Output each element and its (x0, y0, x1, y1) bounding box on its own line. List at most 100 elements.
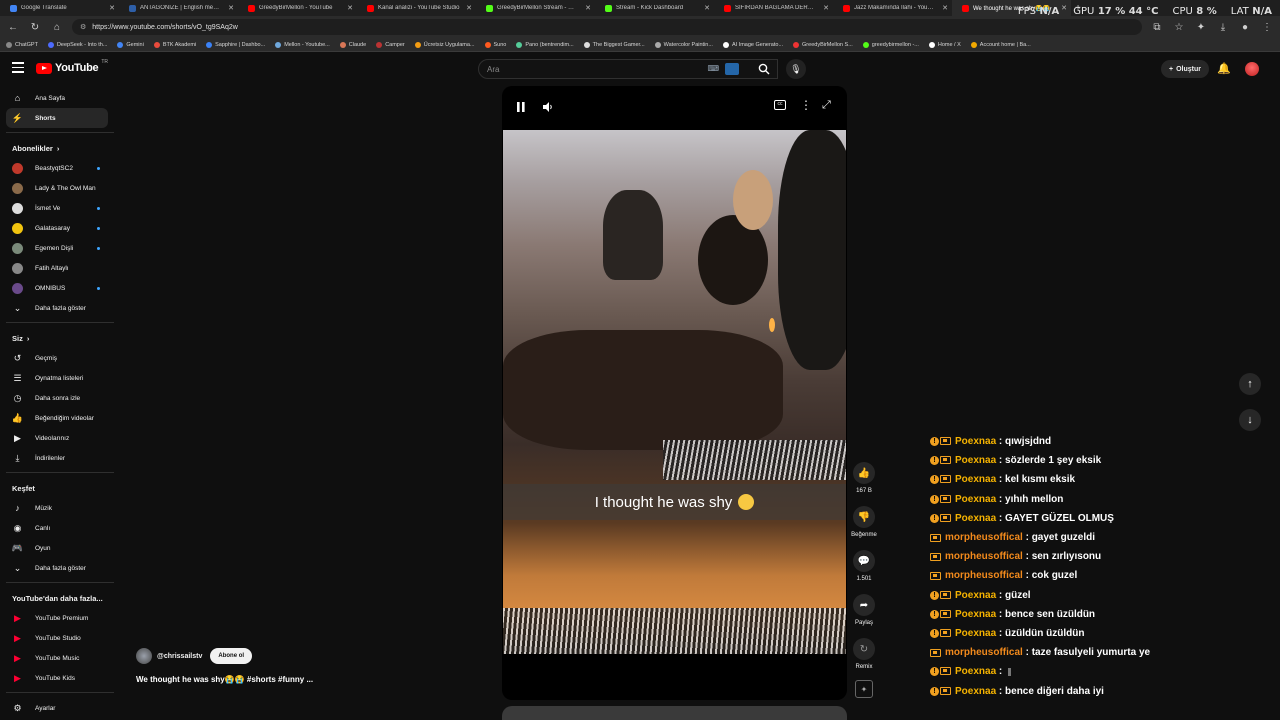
browser-tab[interactable]: SIFIRDAN BAĞLAMA DERSİ 7 | BU ✕ (714, 0, 833, 16)
browser-tab[interactable]: Google Translate ✕ (0, 0, 119, 16)
address-bar[interactable]: ⚙ https://www.youtube.com/shorts/vO_tg9S… (72, 19, 1142, 35)
share-button[interactable]: ➦ Paylaş (852, 594, 876, 626)
volume-icon[interactable] (542, 100, 554, 118)
captions-icon[interactable]: cc (774, 100, 786, 110)
sound-thumbnail[interactable]: ✦ (855, 680, 873, 698)
create-button[interactable]: + Oluştur (1161, 60, 1209, 78)
site-info-icon[interactable]: ⚙ (80, 23, 86, 31)
bookmark-item[interactable]: Home / X (928, 41, 961, 48)
sidebar-item-you[interactable]: ◷ Daha sonra izle (6, 388, 108, 408)
sidebar-item-you[interactable]: ☰ Oynatma listeleri (6, 368, 108, 388)
sidebar-item-more[interactable]: ▶ YouTube Premium (6, 608, 108, 628)
notifications-bell-icon[interactable]: 🔔 (1217, 62, 1231, 75)
sidebar-item-more[interactable]: ▶ YouTube Kids (6, 668, 108, 688)
bookmark-item[interactable]: Account home | Ba... (970, 41, 1031, 48)
comments-button[interactable]: 💬 1.501 (852, 550, 876, 582)
extensions-icon[interactable]: ✦ (1194, 20, 1208, 34)
sidebar-item-explore[interactable]: ⌄ Daha fazla göster (6, 558, 108, 578)
browser-tab[interactable]: Jazz Makamında İlahi - YouTube ✕ (833, 0, 952, 16)
sidebar-item-explore[interactable]: ◉ Canlı (6, 518, 108, 538)
account-avatar[interactable] (1245, 62, 1259, 76)
tab-close-icon[interactable]: ✕ (823, 4, 829, 12)
bookmark-item[interactable]: BTK Akademi (153, 41, 196, 48)
sidebar-item-subscription[interactable]: BeastyqtSC2 (6, 158, 108, 178)
subscribe-button[interactable]: Abone ol (210, 648, 253, 664)
fullscreen-icon[interactable]: ⤢ (822, 99, 831, 112)
bookmark-item[interactable]: Camper (376, 41, 405, 48)
more-from-youtube-header[interactable]: YouTube'dan daha fazla... (12, 594, 103, 603)
video-title[interactable]: We thought he was shy😭😭 #shorts #funny .… (136, 675, 313, 684)
browser-tab[interactable]: ANTAGONIZE | English meaning - ✕ (119, 0, 238, 16)
bookmark-item[interactable]: Claude (339, 41, 366, 48)
sidebar-item-subscription[interactable]: Galatasaray (6, 218, 108, 238)
downloads-icon[interactable]: ⤓ (1216, 20, 1230, 34)
browser-tab[interactable]: Stream - Kick Dashboard ✕ (595, 0, 714, 16)
tab-close-icon[interactable]: ✕ (585, 4, 591, 12)
translate-icon[interactable]: ⧉ (1150, 20, 1164, 34)
bookmark-item[interactable]: DeepSeek - Into th... (47, 41, 107, 48)
next-short-preview[interactable] (502, 706, 847, 720)
sidebar-item-subscription[interactable]: Egemen Dişli (6, 238, 108, 258)
tab-close-icon[interactable]: ✕ (704, 4, 710, 12)
back-icon[interactable]: ← (6, 20, 20, 34)
profile-icon[interactable]: ● (1238, 20, 1252, 34)
search-input[interactable]: Ara ⌨ (478, 59, 778, 79)
reload-icon[interactable]: ↻ (28, 20, 42, 34)
hamburger-menu-icon[interactable] (12, 62, 24, 73)
dislike-button[interactable]: 👎 Beğenme (851, 506, 877, 538)
show-more-button[interactable]: ⌄ Daha fazla göster (6, 298, 108, 318)
browser-menu-icon[interactable]: ⋮ (1260, 20, 1274, 34)
tab-close-icon[interactable]: ✕ (942, 4, 948, 12)
search-button[interactable] (752, 59, 776, 79)
remix-button[interactable]: ↻ Remix (852, 638, 876, 670)
bookmark-item[interactable]: AI Image Generato... (722, 41, 783, 48)
sidebar-item-you[interactable]: 👍 Beğendiğim videolar (6, 408, 108, 428)
home-icon[interactable]: ⌂ (50, 20, 64, 34)
bookmark-item[interactable]: greedybirmellon -... (862, 41, 919, 48)
sidebar-item-more[interactable]: ▶ YouTube Music (6, 648, 108, 668)
sidebar-item-explore[interactable]: ♪ Müzik (6, 498, 108, 518)
browser-tab[interactable]: GreedyBirMellon - YouTube ✕ (238, 0, 357, 16)
sidebar-item-subscription[interactable]: İsmet Ve (6, 198, 108, 218)
sidebar-item-shorts[interactable]: ⚡ Shorts (6, 108, 108, 128)
sidebar-item-settings[interactable]: ⚙ Ayarlar (6, 698, 108, 718)
shorts-player[interactable]: cc ⋮ ⤢ I thought he was shy (502, 86, 847, 700)
more-options-icon[interactable]: ⋮ (800, 98, 812, 112)
keyboard-icon[interactable]: ⌨ (707, 64, 719, 73)
youtube-logo[interactable]: YouTube TR (36, 59, 108, 74)
bookmark-item[interactable]: The Biggest Gamer... (583, 41, 645, 48)
bookmark-item[interactable]: Ücretsiz Uygulama... (414, 41, 475, 48)
search-extension-icon[interactable] (725, 63, 739, 75)
tab-close-icon[interactable]: ✕ (109, 4, 115, 12)
sidebar-item-you[interactable]: ▶ Videolarınız (6, 428, 108, 448)
sidebar-item-subscription[interactable]: OMNIBUS (6, 278, 108, 298)
pause-icon[interactable] (516, 100, 526, 118)
browser-tab[interactable]: GreedyBirMellon Stream - Watch (✕ (476, 0, 595, 16)
sidebar-item-more[interactable]: ▶ YouTube Studio (6, 628, 108, 648)
previous-short-button[interactable]: ↑ (1239, 373, 1261, 395)
bookmark-item[interactable]: GreedyBirMellon S... (793, 41, 853, 48)
sidebar-item-subscription[interactable]: Lady & The Owl Man (6, 178, 108, 198)
channel-avatar[interactable] (136, 648, 152, 664)
channel-name[interactable]: @chrissailstv (157, 653, 202, 660)
bookmark-item[interactable]: Suno (484, 41, 506, 48)
voice-search-button[interactable]: 🎙 (786, 59, 806, 79)
browser-tab[interactable]: Kanal analizi - YouTube Studio ✕ (357, 0, 476, 16)
sidebar-item-explore[interactable]: 🎮 Oyun (6, 538, 108, 558)
bookmark-item[interactable]: Pano (bentrendim... (516, 41, 574, 48)
next-short-button[interactable]: ↓ (1239, 409, 1261, 431)
you-header[interactable]: Siz › (12, 334, 29, 343)
bookmark-item[interactable]: Mellon - Youtube... (275, 41, 330, 48)
tab-close-icon[interactable]: ✕ (466, 4, 472, 12)
tab-close-icon[interactable]: ✕ (228, 4, 234, 12)
sidebar-item-home[interactable]: ⌂ Ana Sayfa (6, 88, 108, 108)
like-button[interactable]: 👍 167 B (852, 462, 876, 494)
sidebar-item-you[interactable]: ⤓ İndirilenler (6, 448, 108, 468)
bookmark-item[interactable]: Sapphire | Dashbo... (206, 41, 265, 48)
explore-header[interactable]: Keşfet (12, 484, 35, 493)
bookmark-item[interactable]: Gemini (117, 41, 144, 48)
sidebar-item-you[interactable]: ↺ Geçmiş (6, 348, 108, 368)
bookmark-star-icon[interactable]: ☆ (1172, 20, 1186, 34)
sidebar-item-subscription[interactable]: Fatih Altaylı (6, 258, 108, 278)
bookmark-item[interactable]: ChatGPT (6, 41, 38, 48)
